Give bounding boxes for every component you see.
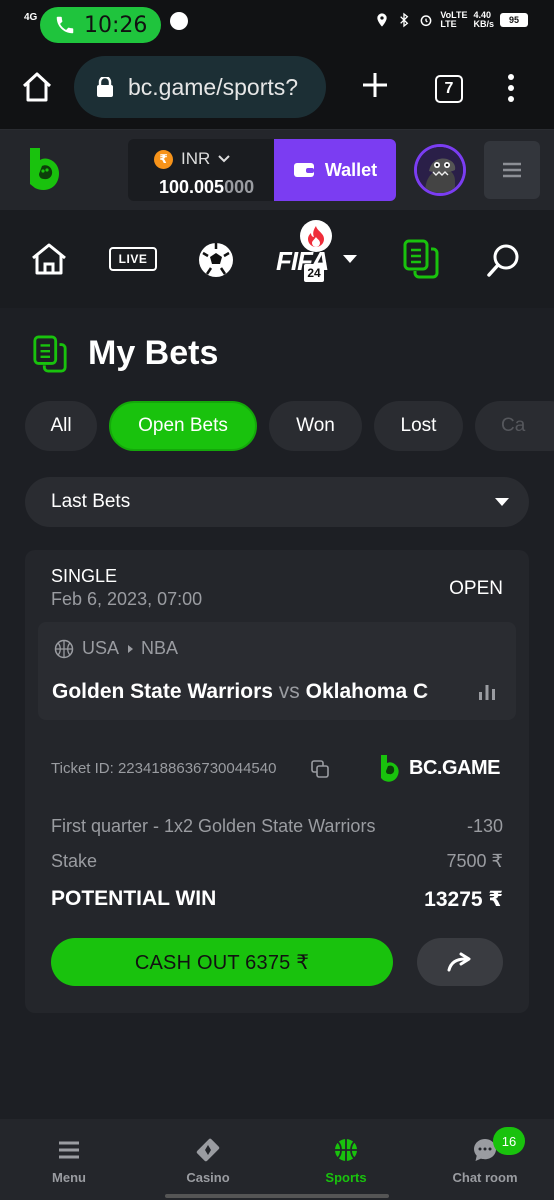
nav-chat-room[interactable]: Chat room bbox=[416, 1119, 554, 1200]
nav-casino-label: Casino bbox=[186, 1170, 230, 1185]
lock-icon bbox=[97, 77, 113, 97]
potential-win-value: 13275 ₹ bbox=[424, 888, 503, 911]
share-button[interactable] bbox=[417, 938, 503, 986]
tab-all[interactable]: All bbox=[25, 401, 97, 451]
home-indicator[interactable] bbox=[165, 1194, 389, 1198]
bet-filter-tabs: All Open Bets Won Lost Ca bbox=[0, 401, 554, 453]
stake-row: Stake 7500 ₹ bbox=[51, 851, 503, 872]
search-icon[interactable] bbox=[486, 242, 522, 278]
ticket-id: Ticket ID: 2234188636730044540 bbox=[51, 760, 277, 777]
copy-icon[interactable] bbox=[311, 760, 329, 778]
home-icon[interactable] bbox=[30, 242, 68, 276]
my-bets-icon bbox=[33, 335, 67, 373]
nav-menu-label: Menu bbox=[52, 1170, 86, 1185]
bet-date: Feb 6, 2023, 07:00 bbox=[51, 589, 203, 609]
brand-name: BC.GAME bbox=[409, 756, 500, 779]
status-time: 10:26 bbox=[84, 12, 148, 38]
data-speed: 4.40 KB/s bbox=[473, 10, 494, 29]
browser-toolbar: bc.game/sports? 7 bbox=[0, 44, 554, 130]
tab-cashed-out[interactable]: Ca bbox=[475, 401, 554, 451]
battery-indicator: 95 bbox=[500, 13, 528, 27]
event-panel[interactable]: USA NBA Golden State Warriors vs Oklahom… bbox=[38, 622, 516, 720]
tab-lost[interactable]: Lost bbox=[374, 401, 463, 451]
bet-type: SINGLE bbox=[51, 566, 118, 586]
bets-slip-icon[interactable] bbox=[402, 238, 440, 280]
tab-won[interactable]: Won bbox=[269, 401, 362, 451]
chevron-right-icon bbox=[128, 644, 134, 653]
location-icon bbox=[377, 13, 387, 27]
bet-card[interactable]: SINGLE Feb 6, 2023, 07:00 OPEN USA NBA G… bbox=[25, 550, 529, 1013]
tab-open-bets[interactable]: Open Bets bbox=[109, 401, 257, 451]
stake-value: 7500 ₹ bbox=[446, 851, 504, 871]
nav-chat-label: Chat room bbox=[452, 1170, 518, 1185]
nav-casino[interactable]: Casino bbox=[139, 1119, 277, 1200]
stats-icon[interactable] bbox=[478, 683, 496, 701]
menu-lines-icon bbox=[503, 162, 521, 178]
basketball-icon bbox=[335, 1139, 357, 1161]
sports-nav: LIVE FIFA 24 bbox=[0, 210, 554, 308]
browser-home-icon[interactable] bbox=[20, 70, 54, 104]
menu-icon bbox=[59, 1141, 79, 1159]
header-menu-button[interactable] bbox=[484, 141, 540, 199]
stake-label: Stake bbox=[51, 851, 98, 871]
currency-code: INR bbox=[181, 149, 211, 168]
league-country: USA bbox=[82, 638, 120, 658]
balance-selector[interactable]: ₹ INR 100.005000 bbox=[128, 139, 274, 201]
wallet-icon bbox=[293, 163, 314, 177]
bcgame-brand: BC.GAME bbox=[379, 754, 500, 782]
chevron-down-icon bbox=[218, 155, 230, 163]
bcgame-logo-icon bbox=[381, 755, 399, 782]
cash-out-button[interactable]: CASH OUT 6375 ₹ bbox=[51, 938, 393, 986]
nav-sports-label: Sports bbox=[325, 1170, 367, 1185]
address-bar[interactable]: bc.game/sports? bbox=[74, 56, 326, 118]
market-odds: -130 bbox=[466, 816, 503, 836]
phone-icon bbox=[56, 16, 74, 34]
status-bar: 4G 10:26 VoLTE LTE 4.40 KB/s 95 bbox=[0, 0, 554, 44]
soccer-ball-icon[interactable] bbox=[197, 241, 235, 279]
bcgame-logo-icon[interactable] bbox=[26, 146, 66, 192]
nav-sports[interactable]: Sports bbox=[277, 1119, 415, 1200]
status-icons: VoLTE LTE 4.40 KB/s 95 bbox=[374, 11, 528, 29]
market-name: First quarter - 1x2 Golden State Warrior… bbox=[51, 816, 376, 836]
match-title[interactable]: Golden State Warriors vs Oklahoma C bbox=[52, 680, 462, 704]
league-name: NBA bbox=[141, 638, 179, 658]
bets-period-select[interactable]: Last Bets bbox=[25, 477, 529, 527]
new-tab-icon[interactable] bbox=[360, 70, 390, 100]
bottom-nav: Menu Casino Sports Chat room bbox=[0, 1119, 554, 1200]
network-type: VoLTE LTE bbox=[440, 10, 468, 29]
site-header: ₹ INR 100.005000 Wallet bbox=[0, 130, 554, 210]
alarm-icon bbox=[420, 15, 432, 27]
rupee-coin-icon: ₹ bbox=[154, 149, 173, 169]
market-row: First quarter - 1x2 Golden State Warrior… bbox=[51, 816, 503, 837]
basketball-icon bbox=[54, 639, 74, 658]
fifa-year-badge: 24 bbox=[304, 264, 324, 282]
currency-selector[interactable]: ₹ INR bbox=[154, 149, 230, 169]
wallet-button[interactable]: Wallet bbox=[274, 139, 396, 201]
league-breadcrumb: USA NBA bbox=[54, 638, 178, 659]
page-title: My Bets bbox=[88, 334, 219, 372]
chat-unread-badge: 16 bbox=[493, 1127, 525, 1155]
balance-amount: 100.005000 bbox=[159, 177, 255, 197]
wallet-label: Wallet bbox=[324, 159, 378, 180]
whatsapp-notification-icon bbox=[170, 12, 188, 30]
tab-switcher-button[interactable]: 7 bbox=[435, 75, 463, 103]
url-text[interactable]: bc.game/sports? bbox=[128, 74, 298, 101]
network-indicator: 4G bbox=[24, 12, 38, 23]
dinosaur-avatar-icon bbox=[417, 147, 463, 193]
fire-icon bbox=[300, 220, 332, 252]
live-tab[interactable]: LIVE bbox=[109, 247, 157, 271]
avatar[interactable] bbox=[414, 144, 466, 196]
bluetooth-icon bbox=[400, 12, 409, 28]
ongoing-call-pill[interactable]: 10:26 bbox=[40, 7, 161, 43]
caret-down-icon bbox=[495, 498, 509, 506]
potential-win-row: POTENTIAL WIN 13275 ₹ bbox=[51, 887, 503, 912]
casino-cards-icon bbox=[196, 1138, 220, 1162]
more-options-icon[interactable] bbox=[504, 72, 518, 104]
dropdown-value: Last Bets bbox=[51, 491, 131, 512]
bet-status: OPEN bbox=[449, 578, 503, 599]
nav-menu[interactable]: Menu bbox=[0, 1119, 138, 1200]
share-arrow-icon bbox=[447, 952, 471, 972]
caret-down-icon[interactable] bbox=[342, 254, 358, 264]
potential-win-label: POTENTIAL WIN bbox=[51, 887, 217, 910]
